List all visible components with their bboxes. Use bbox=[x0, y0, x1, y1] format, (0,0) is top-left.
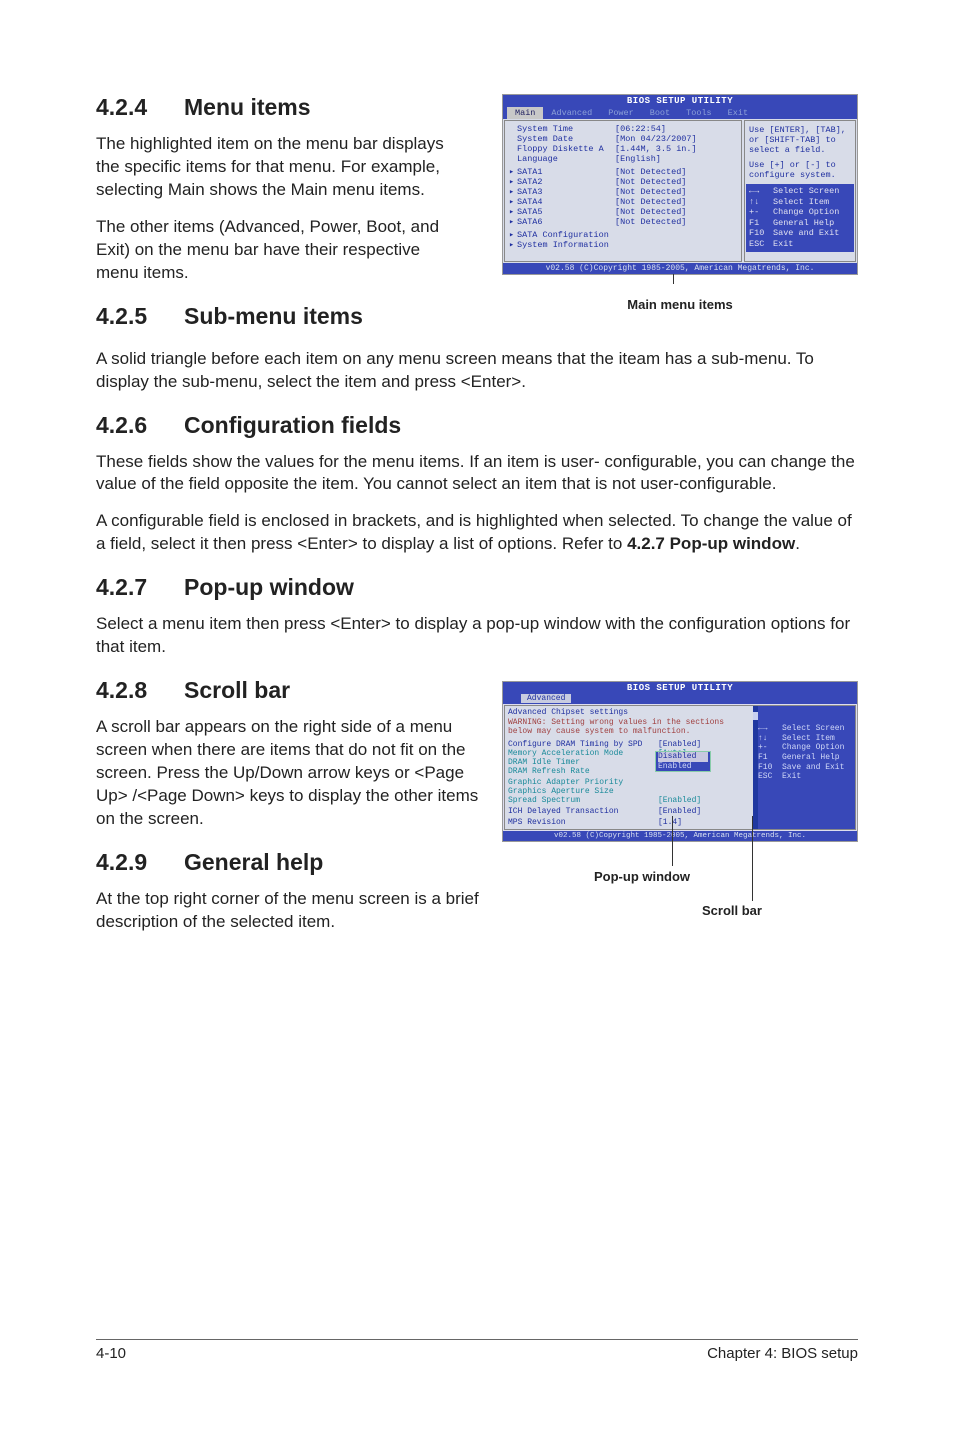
bios2-main-panel: Advanced Chipset settings WARNING: Setti… bbox=[505, 706, 755, 829]
para: The highlighted item on the menu bar dis… bbox=[96, 133, 466, 202]
para: A configurable field is enclosed in brac… bbox=[96, 510, 858, 556]
para: A scroll bar appears on the right side o… bbox=[96, 716, 496, 831]
bios-tab-tools: Tools bbox=[678, 107, 720, 119]
bios-footer: v02.58 (C)Copyright 1985-2005, American … bbox=[503, 263, 857, 274]
caption-main-menu-items: Main menu items bbox=[502, 297, 858, 312]
bios-tab-power: Power bbox=[600, 107, 642, 119]
bios2-popup: Disabled Enabled bbox=[655, 751, 711, 772]
heading-4-2-7: 4.2.7Pop-up window bbox=[96, 574, 858, 601]
callout-line bbox=[672, 816, 673, 866]
bios-tab-exit: Exit bbox=[720, 107, 756, 119]
bios-screenshot-main: BIOS SETUP UTILITY Main Advanced Power B… bbox=[502, 94, 858, 275]
heading-4-2-6: 4.2.6Configuration fields bbox=[96, 412, 858, 439]
bios-title: BIOS SETUP UTILITY bbox=[503, 95, 857, 107]
bios2-scrollbar bbox=[753, 706, 758, 829]
bios2-keys-panel: ←→Select Screen ↑↓Select Item +-Change O… bbox=[755, 706, 855, 829]
callout-scroll-bar: Scroll bar bbox=[702, 903, 762, 918]
bios-tab-main: Main bbox=[507, 107, 543, 119]
bios-screenshot-advanced: BIOS SETUP UTILITY Advanced Advanced Chi… bbox=[502, 681, 858, 842]
bios-menubar: Main Advanced Power Boot Tools Exit bbox=[503, 107, 857, 119]
page-footer: 4-10 Chapter 4: BIOS setup bbox=[96, 1339, 858, 1362]
bios-main-panel: System Time[06:22:54] System Date[Mon 04… bbox=[504, 120, 742, 262]
para: Select a menu item then press <Enter> to… bbox=[96, 613, 858, 659]
para: The other items (Advanced, Power, Boot, … bbox=[96, 216, 466, 285]
bios2-footer: v02.58 (C)Copyright 1985-2005, American … bbox=[503, 831, 857, 841]
para: A solid triangle before each item on any… bbox=[96, 348, 858, 394]
bios-tab-advanced: Advanced bbox=[543, 107, 600, 119]
para: At the top right corner of the menu scre… bbox=[96, 888, 496, 934]
para: These fields show the values for the men… bbox=[96, 451, 858, 497]
page-number: 4-10 bbox=[96, 1345, 126, 1362]
bios2-title: BIOS SETUP UTILITY bbox=[503, 682, 857, 694]
bios-tab-boot: Boot bbox=[642, 107, 678, 119]
callout-line bbox=[752, 816, 753, 901]
bios-help-panel: Use [ENTER], [TAB], or [SHIFT-TAB] to se… bbox=[744, 120, 856, 262]
bios2-tab-advanced: Advanced bbox=[521, 694, 571, 703]
heading-4-2-9: 4.2.9General help bbox=[96, 849, 858, 876]
callout-popup-window: Pop-up window bbox=[594, 869, 690, 884]
chapter-title: Chapter 4: BIOS setup bbox=[707, 1345, 858, 1362]
